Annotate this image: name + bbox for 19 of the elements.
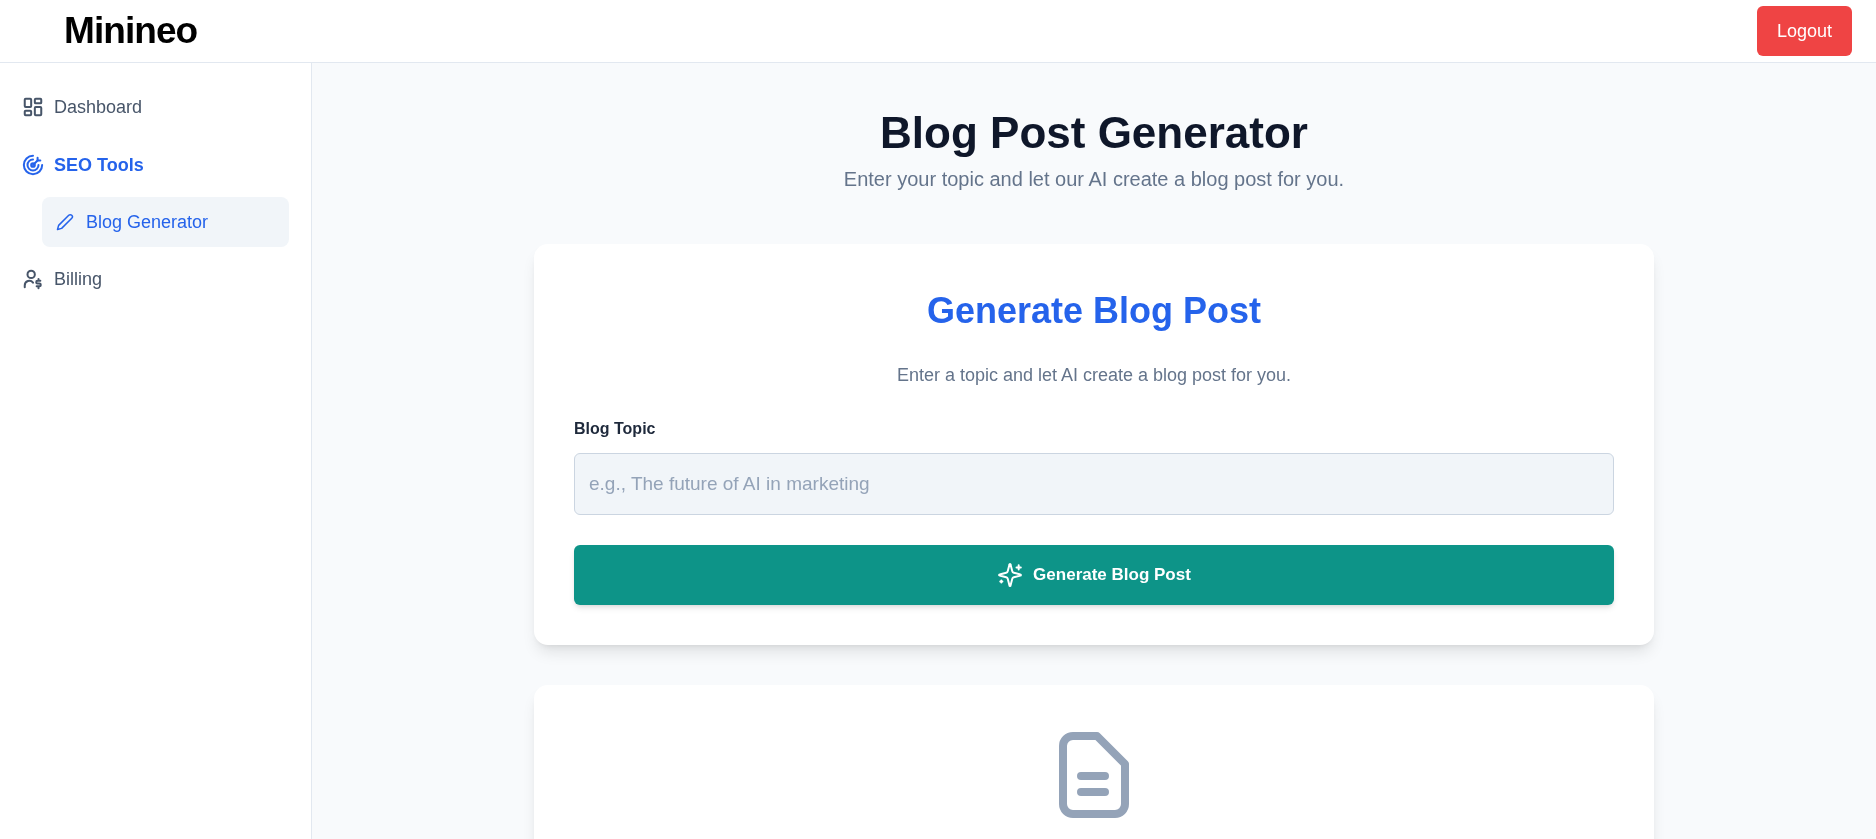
grid-icon [22, 96, 44, 118]
topic-input[interactable]: e.g., The future of AI in marketing [574, 453, 1614, 515]
field-label: Blog Topic [574, 419, 656, 439]
generate-button[interactable]: Generate Blog Post [574, 545, 1614, 605]
page-subtitle: Enter your topic and let our AI create a blog post for you. [843, 167, 1345, 192]
document-icon [1059, 732, 1129, 818]
user-dollar-icon [22, 268, 44, 290]
logo: Minineo [64, 9, 198, 54]
logout-button[interactable]: Logout [1756, 6, 1852, 56]
sparkles-icon [997, 562, 1024, 588]
sidebar-item[interactable]: Billing [22, 257, 289, 301]
target-icon [22, 154, 44, 176]
sidebar-subitem[interactable]: Blog Generator [42, 197, 289, 247]
sidebar-item[interactable]: Dashboard [22, 85, 289, 129]
sidebar-item[interactable]: SEO Tools [22, 143, 289, 187]
pencil-icon [56, 213, 74, 231]
page-title: Blog Post Generator [880, 107, 1308, 159]
card-title: Generate Blog Post [926, 289, 1262, 333]
card-description: Enter a topic and let AI create a blog post for you. [896, 364, 1292, 387]
